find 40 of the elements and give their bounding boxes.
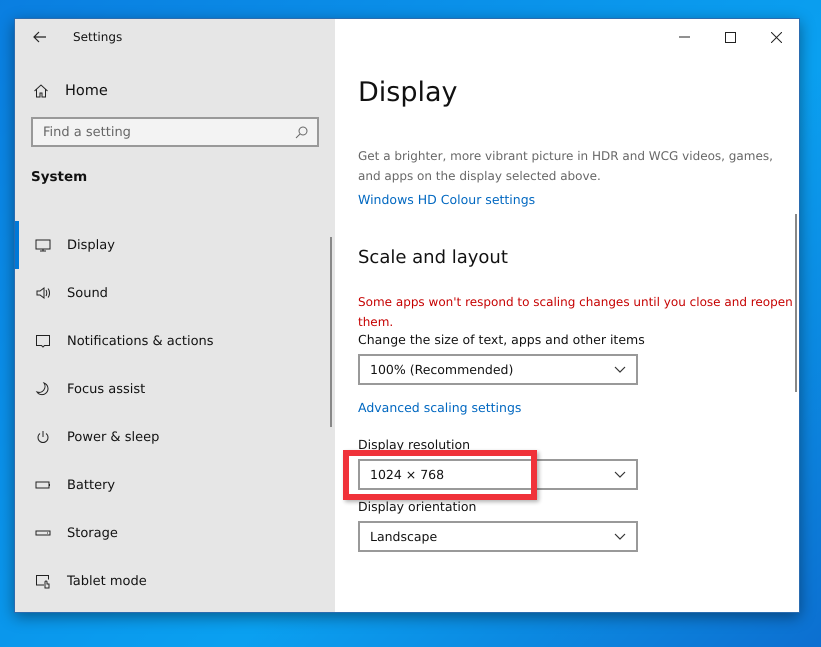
- scrollbar[interactable]: [330, 237, 332, 427]
- scrollbar[interactable]: [795, 214, 797, 392]
- page-title: Display: [358, 77, 459, 108]
- tablet-touch-icon: [35, 573, 51, 589]
- speech-bubble-icon: [35, 333, 51, 349]
- advanced-scaling-link[interactable]: Advanced scaling settings: [358, 400, 522, 415]
- sidebar-nav-item[interactable]: Tablet mode: [15, 557, 335, 605]
- sidebar-nav-item[interactable]: Battery: [15, 461, 335, 509]
- section-heading: System: [31, 169, 88, 185]
- window-title: Settings: [73, 30, 122, 44]
- hd-colour-settings-link[interactable]: Windows HD Colour settings: [358, 192, 536, 207]
- home-nav-item[interactable]: Home: [33, 83, 335, 99]
- search-field[interactable]: Find a setting: [31, 117, 319, 147]
- close-icon: [770, 32, 782, 42]
- section-heading: Scale and layout: [358, 247, 509, 268]
- scaling-warning: Some apps won't respond to scaling changes until you close and reopen them.: [358, 294, 794, 331]
- sidebar-nav-item[interactable]: Storage: [15, 509, 335, 557]
- field-label: Display resolution: [358, 437, 472, 452]
- monitor-icon: [35, 237, 51, 253]
- dropdown[interactable]: Landscape: [358, 521, 638, 552]
- field-label: Display orientation: [358, 499, 478, 514]
- sidebar-nav-item[interactable]: Power & sleep: [15, 413, 335, 461]
- chevron-down-icon: [614, 533, 626, 540]
- sidebar-nav-item[interactable]: Sound: [15, 269, 335, 317]
- maximize-icon: [724, 32, 736, 42]
- sidebar-nav-item[interactable]: Notifications & actions: [15, 317, 335, 365]
- moon-icon: [35, 381, 51, 397]
- chevron-down-icon: [614, 366, 626, 373]
- chevron-down-icon: [614, 471, 626, 478]
- sidebar-nav-item[interactable]: Focus assist: [15, 365, 335, 413]
- dropdown[interactable]: 1024 × 768: [358, 459, 638, 490]
- back-arrow-icon[interactable]: [33, 31, 47, 43]
- dropdown[interactable]: 100% (Recommended): [358, 354, 638, 385]
- hdr-description: Get a brighter, more vibrant picture in HDR and WCG videos, games, and apps on the display selected above.: [358, 148, 774, 185]
- home-icon: [33, 83, 49, 99]
- speaker-icon: [35, 285, 51, 301]
- search-icon: [295, 126, 308, 139]
- field-label: Change the size of text, apps and other items: [358, 332, 646, 347]
- minimize-icon: [678, 36, 690, 38]
- power-icon: [35, 429, 51, 445]
